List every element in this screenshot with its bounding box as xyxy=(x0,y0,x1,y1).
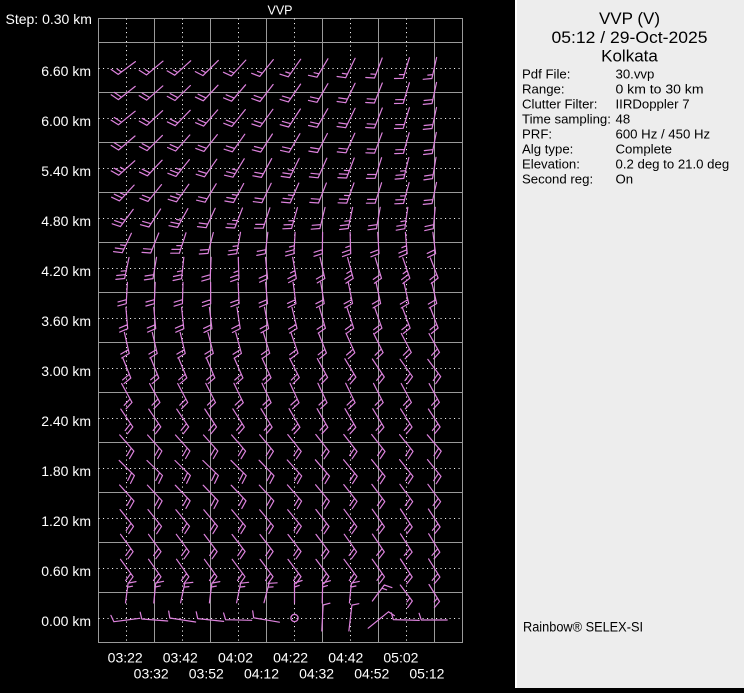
svg-text:Pdf File:: Pdf File: xyxy=(522,67,570,82)
svg-text:2.40 km: 2.40 km xyxy=(41,413,91,429)
svg-text:04:02: 04:02 xyxy=(218,650,253,666)
svg-text:VVP: VVP xyxy=(267,4,292,18)
svg-text:Rainbow® SELEX-SI: Rainbow® SELEX-SI xyxy=(523,620,643,635)
svg-text:0 km to 30 km: 0 km to 30 km xyxy=(616,82,704,97)
svg-text:PRF:: PRF: xyxy=(522,127,552,142)
svg-text:04:42: 04:42 xyxy=(328,650,363,666)
svg-text:VVP (V): VVP (V) xyxy=(599,9,660,28)
svg-text:5.40 km: 5.40 km xyxy=(41,163,91,179)
svg-text:3.60 km: 3.60 km xyxy=(41,313,91,329)
svg-text:Kolkata: Kolkata xyxy=(601,47,658,66)
svg-text:04:52: 04:52 xyxy=(354,666,389,682)
svg-text:0.60 km: 0.60 km xyxy=(41,563,91,579)
svg-text:05:02: 05:02 xyxy=(383,650,418,666)
svg-text:On: On xyxy=(616,172,634,187)
svg-text:03:42: 03:42 xyxy=(163,650,198,666)
svg-text:04:12: 04:12 xyxy=(244,666,279,682)
svg-text:Range:: Range: xyxy=(522,82,565,97)
svg-text:6.60 km: 6.60 km xyxy=(41,63,91,79)
svg-text:6.00 km: 6.00 km xyxy=(41,113,91,129)
svg-text:3.00 km: 3.00 km xyxy=(41,363,91,379)
svg-text:03:52: 03:52 xyxy=(189,666,224,682)
svg-text:03:32: 03:32 xyxy=(134,666,169,682)
svg-text:0.2 deg to 21.0 deg: 0.2 deg to 21.0 deg xyxy=(616,157,730,172)
svg-text:48: 48 xyxy=(616,112,631,127)
svg-text:4.20 km: 4.20 km xyxy=(41,263,91,279)
svg-text:Second reg:: Second reg: xyxy=(522,172,593,187)
svg-text:600 Hz / 450 Hz: 600 Hz / 450 Hz xyxy=(616,127,711,142)
svg-text:1.80 km: 1.80 km xyxy=(41,463,91,479)
svg-text:1.20 km: 1.20 km xyxy=(41,513,91,529)
svg-text:Step: 0.30 km: Step: 0.30 km xyxy=(6,11,92,27)
svg-text:Alg type:: Alg type: xyxy=(522,142,573,157)
svg-text:Time sampling:: Time sampling: xyxy=(522,112,611,127)
svg-text:Clutter Filter:: Clutter Filter: xyxy=(522,97,597,112)
svg-text:Complete: Complete xyxy=(616,142,672,157)
svg-text:30.vvp: 30.vvp xyxy=(616,67,655,82)
svg-text:05:12: 05:12 xyxy=(409,666,444,682)
svg-text:03:22: 03:22 xyxy=(108,650,143,666)
svg-text:04:22: 04:22 xyxy=(273,650,308,666)
svg-text:Elevation:: Elevation: xyxy=(522,157,580,172)
svg-text:IIRDoppler 7: IIRDoppler 7 xyxy=(616,97,690,112)
svg-text:4.80 km: 4.80 km xyxy=(41,213,91,229)
svg-text:0.00 km: 0.00 km xyxy=(41,613,91,629)
svg-text:05:12 / 29-Oct-2025: 05:12 / 29-Oct-2025 xyxy=(552,28,708,47)
svg-text:04:32: 04:32 xyxy=(299,666,334,682)
